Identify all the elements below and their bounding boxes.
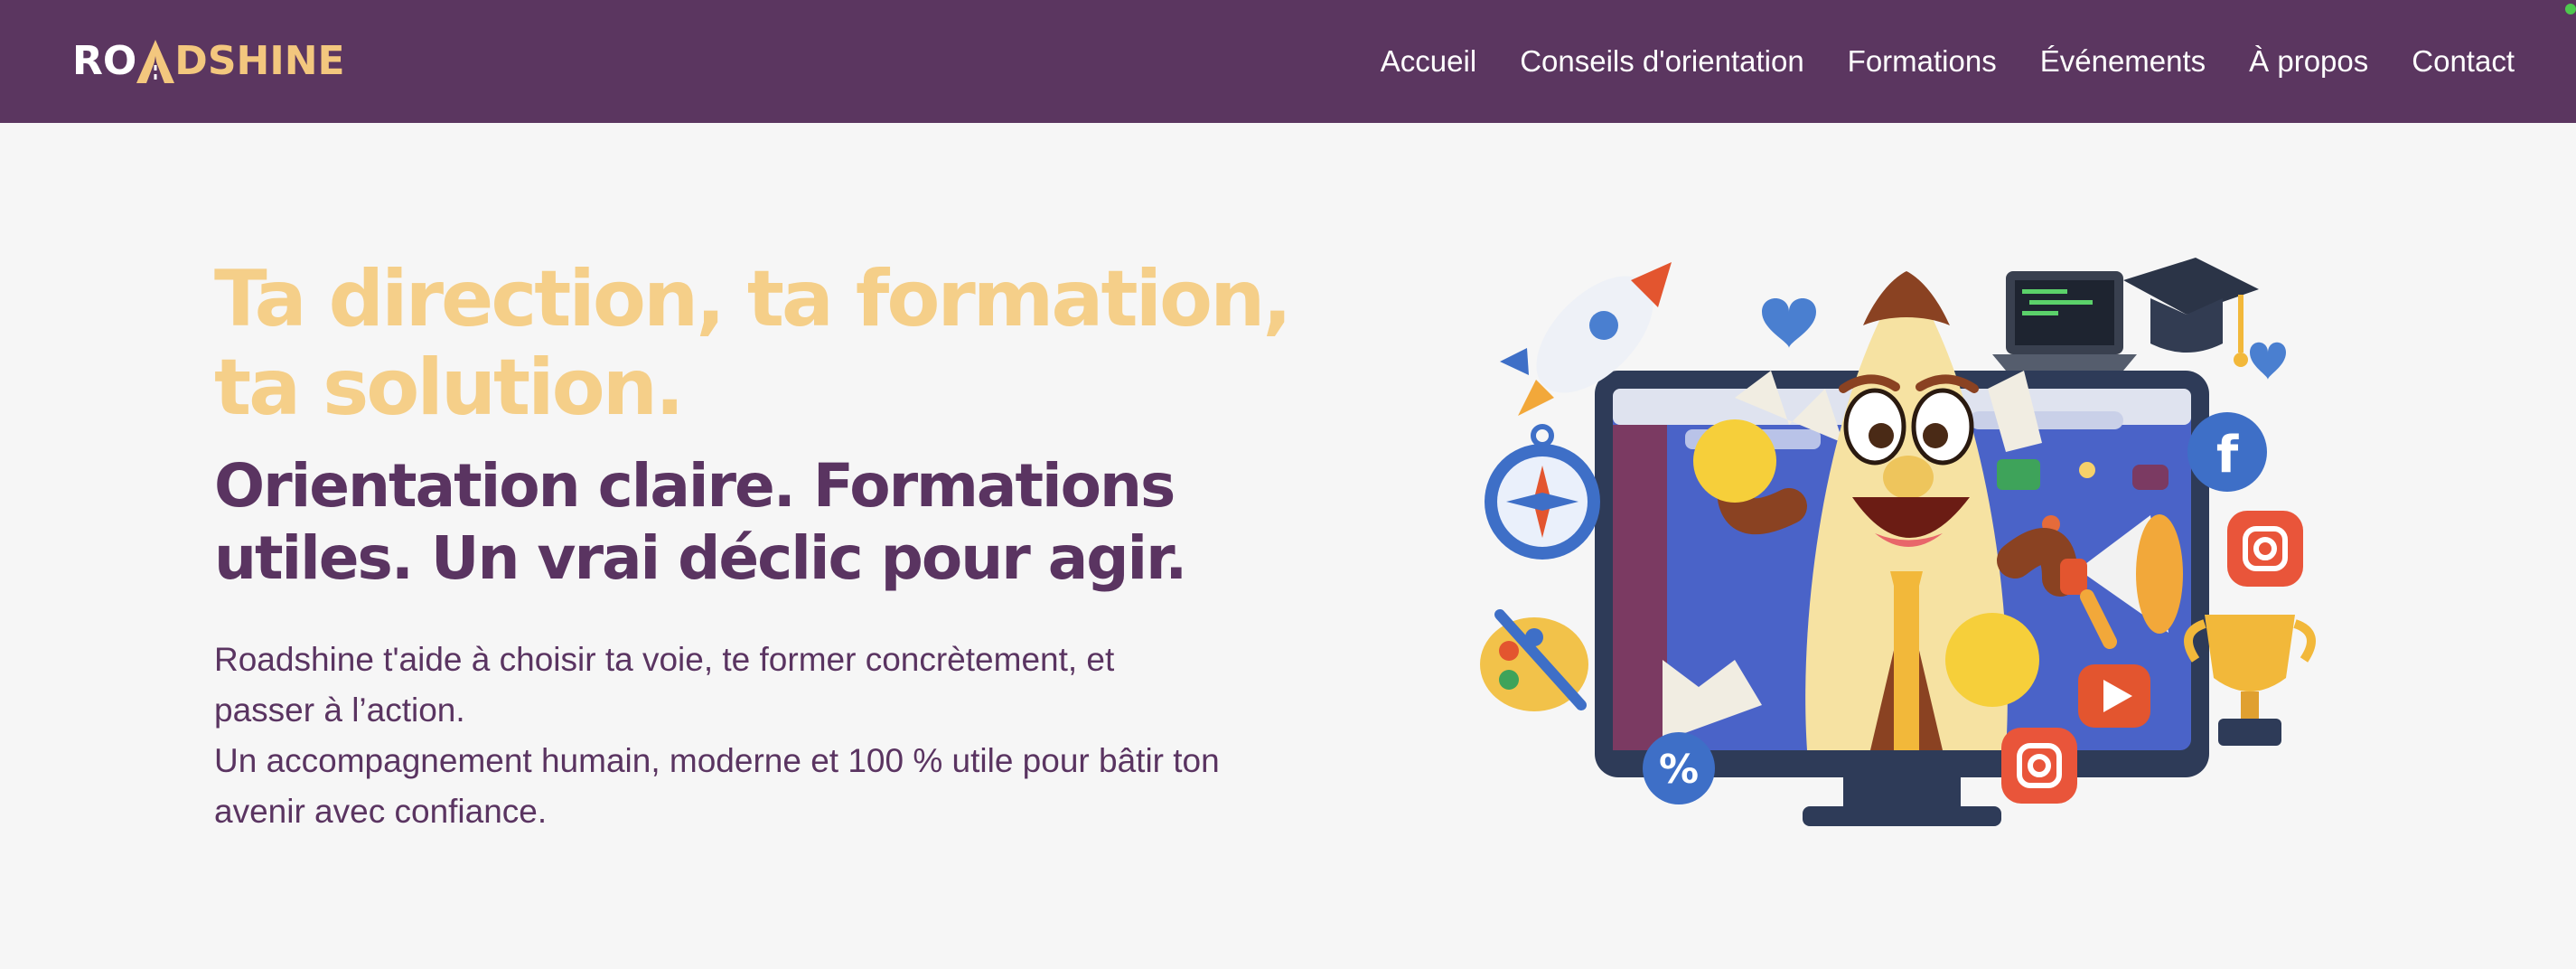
nav-item-formations: Formations bbox=[1848, 44, 1997, 79]
hero-description-line2: passer à l’action. bbox=[214, 691, 465, 729]
nav-link-conseils-orientation[interactable]: Conseils d'orientation bbox=[1520, 44, 1803, 78]
hero-headline-line2: ta solution. bbox=[214, 343, 685, 433]
laptop-icon bbox=[1992, 271, 2137, 371]
hero-headline-line1: Ta direction, ta formation, bbox=[214, 254, 1292, 344]
logo-text-ro: RO bbox=[72, 38, 137, 84]
nav-item-conseils: Conseils d'orientation bbox=[1520, 44, 1803, 79]
top-navbar: RO D SHINE Accueil Conseils d'orientatio… bbox=[0, 0, 2576, 123]
youtube-icon bbox=[2078, 664, 2150, 728]
hero-subheadline-line1: Orientation claire. Formations bbox=[214, 451, 1176, 521]
hero-description-line1: Roadshine t'aide à choisir ta voie, te f… bbox=[214, 641, 1115, 678]
facebook-icon: f bbox=[2187, 412, 2267, 492]
roadshine-logo[interactable]: RO D SHINE bbox=[72, 33, 345, 90]
nav-link-contact[interactable]: Contact bbox=[2412, 44, 2515, 78]
nav-item-contact: Contact bbox=[2412, 44, 2515, 79]
logo-wordmark: RO D SHINE bbox=[72, 38, 345, 85]
heart-icon bbox=[1762, 298, 1816, 348]
nav-link-a-propos[interactable]: À propos bbox=[2249, 44, 2368, 78]
instagram-icon bbox=[2227, 511, 2303, 587]
hero-section: Ta direction, ta formation, ta solution.… bbox=[214, 255, 1353, 837]
percent-icon: % bbox=[1643, 732, 1715, 804]
logo-text-shine: SHINE bbox=[207, 38, 345, 84]
hero-description: Roadshine t'aide à choisir ta voie, te f… bbox=[214, 635, 1353, 837]
hero-headline: Ta direction, ta formation, ta solution. bbox=[214, 255, 1353, 432]
nav-item-evenements: Événements bbox=[2040, 44, 2206, 79]
heart-icon bbox=[2250, 342, 2286, 380]
logo-text-d: D bbox=[174, 38, 208, 84]
palette-icon bbox=[1480, 609, 1588, 711]
nav-item-accueil: Accueil bbox=[1381, 44, 1476, 79]
hero-description-line4: avenir avec confiance. bbox=[214, 793, 548, 830]
hero-subheadline-line2: utiles. Un vrai déclic pour agir. bbox=[214, 523, 1187, 593]
instagram-icon bbox=[2001, 728, 2077, 804]
road-a-icon bbox=[136, 40, 175, 83]
mascot-illustration: f % bbox=[1480, 258, 2316, 826]
nav-item-a-propos: À propos bbox=[2249, 44, 2368, 79]
compass-icon bbox=[1485, 424, 1600, 560]
nav-link-evenements[interactable]: Événements bbox=[2040, 44, 2206, 78]
status-dot bbox=[2565, 4, 2576, 14]
main-nav: Accueil Conseils d'orientation Formation… bbox=[1381, 0, 2515, 123]
nav-link-formations[interactable]: Formations bbox=[1848, 44, 1997, 78]
svg-text:f: f bbox=[2216, 426, 2239, 484]
hero-subheadline: Orientation claire. Formations utiles. U… bbox=[214, 450, 1244, 595]
hero-description-line3: Un accompagnement humain, moderne et 100… bbox=[214, 742, 1220, 779]
graduation-cap-icon bbox=[2123, 258, 2259, 367]
percent-badge-label: % bbox=[1659, 747, 1699, 793]
nav-link-accueil[interactable]: Accueil bbox=[1381, 44, 1476, 78]
